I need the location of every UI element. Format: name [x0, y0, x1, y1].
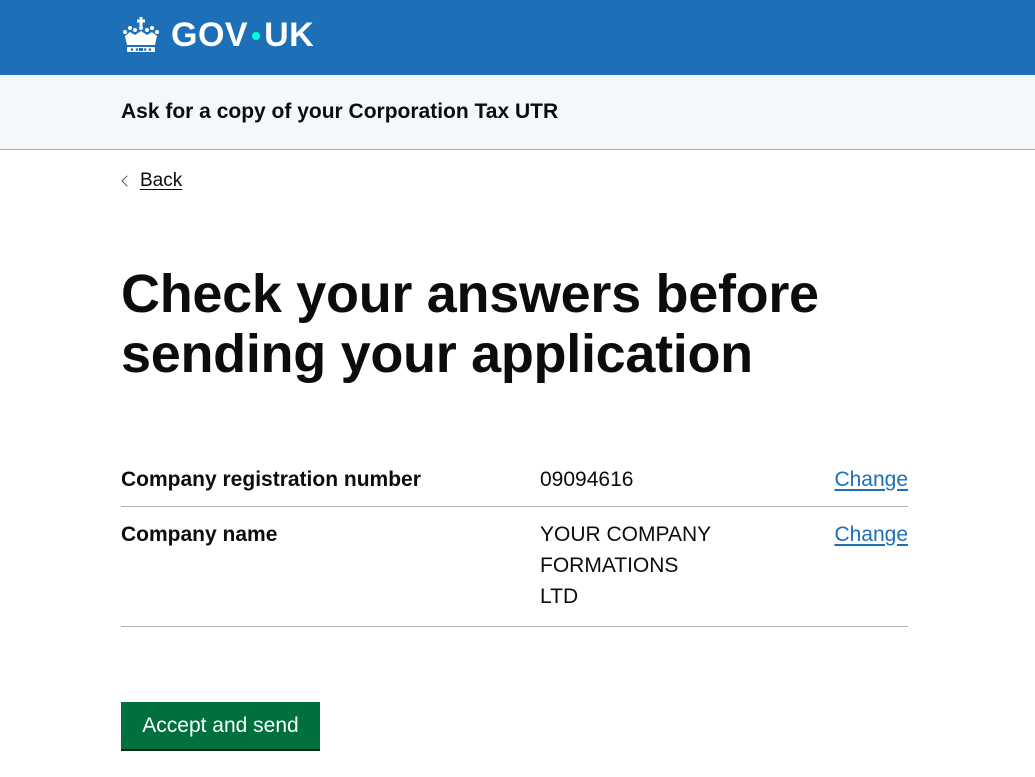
accept-and-send-button[interactable]: Accept and send: [121, 702, 320, 749]
govuk-header: GOV UK: [0, 0, 1035, 75]
back-link[interactable]: Back: [121, 168, 182, 194]
summary-value-line: YOUR COMPANY: [540, 523, 712, 546]
summary-value-line: FORMATIONS: [540, 554, 679, 577]
back-link-label: Back: [140, 170, 183, 191]
page-title: Check your answers before sending your a…: [121, 264, 819, 384]
summary-key: Company name: [121, 523, 278, 546]
govuk-logotype: GOV UK: [171, 15, 314, 55]
summary-row-company-registration-number: Company registration number 09094616 Cha…: [121, 452, 908, 507]
summary-row-company-name: Company name YOUR COMPANY FORMATIONS LTD…: [121, 507, 908, 627]
logo-text-uk: UK: [264, 16, 315, 54]
service-name-link[interactable]: Ask for a copy of your Corporation Tax U…: [121, 99, 558, 125]
summary-list: Company registration number 09094616 Cha…: [121, 452, 908, 627]
govuk-logo-link[interactable]: GOV UK: [121, 15, 314, 55]
chevron-left-icon: [121, 175, 133, 187]
logo-dot-icon: [252, 32, 261, 40]
summary-key: Company registration number: [121, 468, 421, 491]
logo-text-gov: GOV: [171, 16, 249, 54]
summary-value: 09094616: [540, 464, 740, 495]
service-navigation: Ask for a copy of your Corporation Tax U…: [0, 75, 1035, 150]
summary-value-line: LTD: [540, 585, 579, 608]
change-company-name-link[interactable]: Change: [834, 519, 908, 550]
crown-icon: [123, 17, 159, 52]
change-company-registration-number-link[interactable]: Change: [834, 464, 908, 495]
summary-value-line: 09094616: [540, 468, 634, 491]
summary-value: YOUR COMPANY FORMATIONS LTD: [540, 519, 740, 612]
